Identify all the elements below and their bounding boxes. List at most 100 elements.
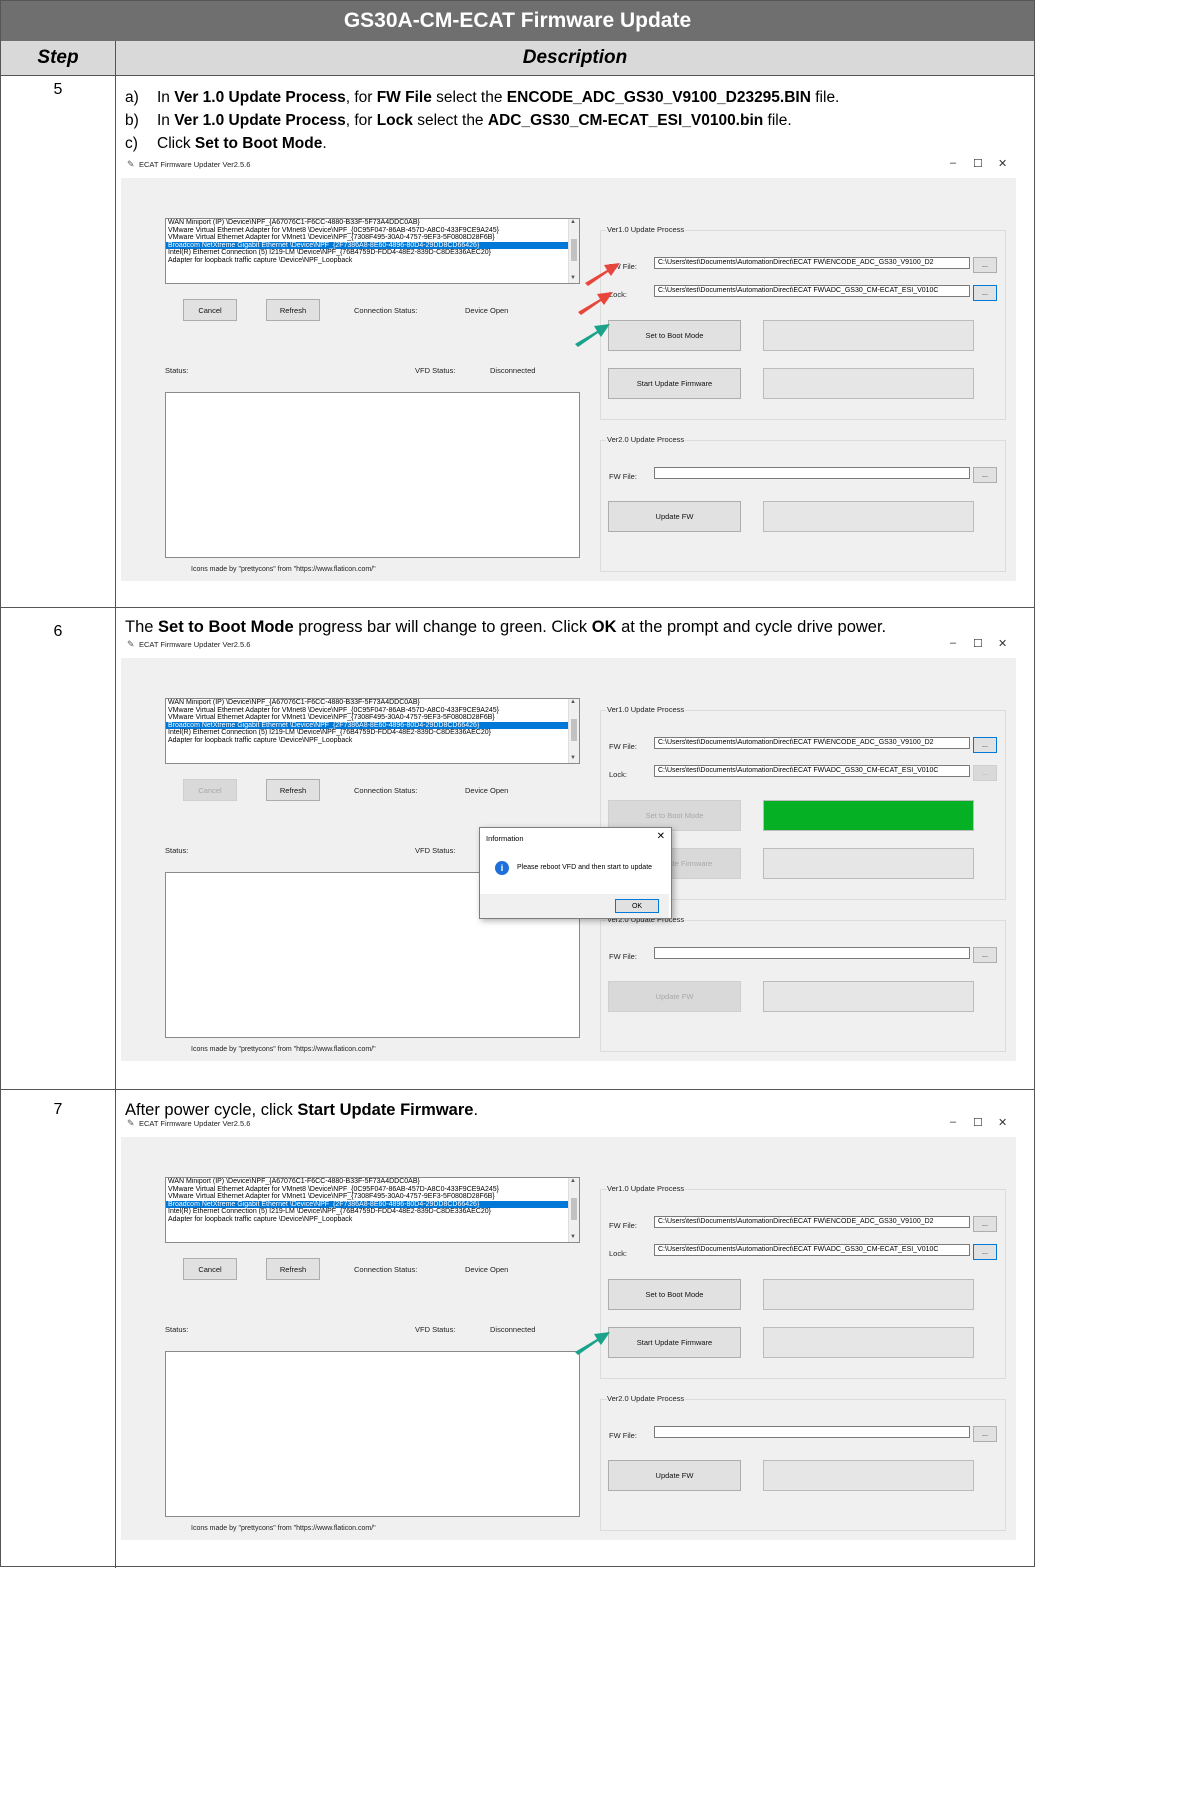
list-scrollbar[interactable]: ▲ ▼ xyxy=(568,1178,579,1242)
adapter-list-item[interactable]: VMware Virtual Ethernet Adapter for VMne… xyxy=(166,714,579,722)
lock-path-field[interactable]: C:\Users\test\Documents\AutomationDirect… xyxy=(654,1244,970,1256)
start-update-firmware-button[interactable]: Start Update Firmware xyxy=(608,368,741,399)
fw-file-path-field[interactable]: C:\Users\test\Documents\AutomationDirect… xyxy=(654,1216,970,1228)
lock-path-field[interactable]: C:\Users\test\Documents\AutomationDirect… xyxy=(654,765,970,777)
status-label: Status: xyxy=(165,846,189,855)
adapter-list-item[interactable]: WAN Miniport (IP) \Device\NPF_{A67076C1-… xyxy=(166,1178,579,1186)
adapter-list-item[interactable]: Adapter for loopback traffic capture \De… xyxy=(166,737,579,745)
ver2-browse-button[interactable]: ... xyxy=(973,947,997,963)
update-fw-button[interactable]: Update FW xyxy=(608,1460,741,1491)
column-divider xyxy=(115,75,116,1568)
connection-status-value: Device Open xyxy=(465,306,509,315)
dialog-ok-button[interactable]: OK xyxy=(615,899,659,913)
fw-file-browse-button[interactable]: ... xyxy=(973,737,997,753)
update-fw-button[interactable]: Update FW xyxy=(608,501,741,532)
close-icon[interactable]: ✕ xyxy=(998,1116,1007,1129)
ver2-fw-file-field[interactable] xyxy=(654,467,970,479)
fw-file-browse-button[interactable]: ... xyxy=(973,1216,997,1232)
minimize-icon[interactable]: – xyxy=(950,637,956,649)
vfd-status-value: Disconnected xyxy=(490,366,536,375)
close-icon[interactable]: ✕ xyxy=(998,637,1007,650)
ver2-browse-button[interactable]: ... xyxy=(973,467,997,483)
adapter-list-item[interactable]: Broadcom NetXtreme Gigabit Ethernet \Dev… xyxy=(166,721,579,730)
list-scrollbar[interactable]: ▲ ▼ xyxy=(568,219,579,283)
ver2-fw-file-field[interactable] xyxy=(654,1426,970,1438)
scroll-up-icon[interactable]: ▲ xyxy=(570,699,576,707)
set-to-boot-mode-button[interactable]: Set to Boot Mode xyxy=(608,320,741,351)
scroll-thumb[interactable] xyxy=(571,239,577,261)
adapter-list-item[interactable]: VMware Virtual Ethernet Adapter for VMne… xyxy=(166,227,579,235)
boot-mode-progress-bar xyxy=(763,800,974,831)
refresh-button[interactable]: Refresh xyxy=(266,779,320,801)
scroll-down-icon[interactable]: ▼ xyxy=(570,275,576,283)
connection-status-label: Connection Status: xyxy=(354,786,418,795)
maximize-icon[interactable]: ☐ xyxy=(973,1116,983,1129)
minimize-icon[interactable]: – xyxy=(950,157,956,169)
lock-path-field[interactable]: C:\Users\test\Documents\AutomationDirect… xyxy=(654,285,970,297)
icon-credit-text: Icons made by "prettycons" from "https:/… xyxy=(191,566,376,573)
lock-browse-button[interactable]: ... xyxy=(973,285,997,301)
refresh-button[interactable]: Refresh xyxy=(266,299,320,321)
dialog-close-icon[interactable]: ✕ xyxy=(657,831,665,842)
adapter-list[interactable]: WAN Miniport (IP) \Device\NPF_{A67076C1-… xyxy=(165,698,580,764)
adapter-list-item[interactable]: VMware Virtual Ethernet Adapter for VMne… xyxy=(166,234,579,242)
cancel-button[interactable]: Cancel xyxy=(183,299,237,321)
adapter-list-item[interactable]: Intel(R) Ethernet Connection (5) I219-LM… xyxy=(166,1208,579,1216)
ver2-browse-button[interactable]: ... xyxy=(973,1426,997,1442)
set-to-boot-mode-button[interactable]: Set to Boot Mode xyxy=(608,1279,741,1310)
adapter-list-item[interactable]: Broadcom NetXtreme Gigabit Ethernet \Dev… xyxy=(166,1200,579,1209)
window-body: WAN Miniport (IP) \Device\NPF_{A67076C1-… xyxy=(121,658,1016,1061)
fw-file-browse-button[interactable]: ... xyxy=(973,257,997,273)
red-pointer-arrow xyxy=(578,292,613,315)
scroll-thumb[interactable] xyxy=(571,1198,577,1220)
icon-credit-text: Icons made by "prettycons" from "https:/… xyxy=(191,1046,376,1053)
adapter-list-item[interactable]: VMware Virtual Ethernet Adapter for VMne… xyxy=(166,1193,579,1201)
adapter-list[interactable]: WAN Miniport (IP) \Device\NPF_{A67076C1-… xyxy=(165,1177,580,1243)
instruction-line: a) In Ver 1.0 Update Process, for FW File… xyxy=(125,89,840,106)
window-title: ECAT Firmware Updater Ver2.5.6 xyxy=(139,1119,251,1128)
maximize-icon[interactable]: ☐ xyxy=(973,637,983,650)
ver1-group-label: Ver1.0 Update Process xyxy=(606,1184,686,1193)
lock-browse-button[interactable]: ... xyxy=(973,1244,997,1260)
fw-file-path-field[interactable]: C:\Users\test\Documents\AutomationDirect… xyxy=(654,257,970,269)
vfd-status-label: VFD Status: xyxy=(415,846,456,855)
update-fw-progress-bar xyxy=(763,981,974,1012)
adapter-list-item[interactable]: WAN Miniport (IP) \Device\NPF_{A67076C1-… xyxy=(166,219,579,227)
vfd-status-value: Disconnected xyxy=(490,1325,536,1334)
scroll-down-icon[interactable]: ▼ xyxy=(570,755,576,763)
scroll-thumb[interactable] xyxy=(571,719,577,741)
adapter-list-item[interactable]: Broadcom NetXtreme Gigabit Ethernet \Dev… xyxy=(166,241,579,250)
adapter-list-item[interactable]: Adapter for loopback traffic capture \De… xyxy=(166,1216,579,1224)
adapter-list-item[interactable]: VMware Virtual Ethernet Adapter for VMne… xyxy=(166,1186,579,1194)
adapter-list-item[interactable]: Adapter for loopback traffic capture \De… xyxy=(166,257,579,265)
connection-status-value: Device Open xyxy=(465,1265,509,1274)
update-fw-button[interactable]: Update FW xyxy=(608,981,741,1012)
ver2-fw-file-field[interactable] xyxy=(654,947,970,959)
minimize-icon[interactable]: – xyxy=(950,1116,956,1128)
close-icon[interactable]: ✕ xyxy=(998,157,1007,170)
lock-browse-button[interactable]: ... xyxy=(973,765,997,781)
adapter-list-item[interactable]: WAN Miniport (IP) \Device\NPF_{A67076C1-… xyxy=(166,699,579,707)
app-pen-icon: ✎ xyxy=(127,639,135,649)
adapter-list[interactable]: WAN Miniport (IP) \Device\NPF_{A67076C1-… xyxy=(165,218,580,284)
dialog-message: Please reboot VFD and then start to upda… xyxy=(517,864,653,871)
scroll-down-icon[interactable]: ▼ xyxy=(570,1234,576,1242)
adapter-list-item[interactable]: Intel(R) Ethernet Connection (5) I219-LM… xyxy=(166,729,579,737)
red-pointer-arrow xyxy=(585,263,620,286)
scroll-up-icon[interactable]: ▲ xyxy=(570,1178,576,1186)
cancel-button[interactable]: Cancel xyxy=(183,779,237,801)
refresh-button[interactable]: Refresh xyxy=(266,1258,320,1280)
icon-credit-text: Icons made by "prettycons" from "https:/… xyxy=(191,1525,376,1532)
boot-mode-progress-fill xyxy=(764,801,973,830)
adapter-list-item[interactable]: VMware Virtual Ethernet Adapter for VMne… xyxy=(166,707,579,715)
list-scrollbar[interactable]: ▲ ▼ xyxy=(568,699,579,763)
lock-label: Lock: xyxy=(609,1249,627,1258)
fw-file-path-field[interactable]: C:\Users\test\Documents\AutomationDirect… xyxy=(654,737,970,749)
step-number: 7 xyxy=(53,1101,63,1118)
adapter-list-item[interactable]: Intel(R) Ethernet Connection (5) I219-LM… xyxy=(166,249,579,257)
maximize-icon[interactable]: ☐ xyxy=(973,157,983,170)
table-title: GS30A-CM-ECAT Firmware Update xyxy=(1,1,1034,42)
scroll-up-icon[interactable]: ▲ xyxy=(570,219,576,227)
cancel-button[interactable]: Cancel xyxy=(183,1258,237,1280)
start-update-firmware-button[interactable]: Start Update Firmware xyxy=(608,1327,741,1358)
